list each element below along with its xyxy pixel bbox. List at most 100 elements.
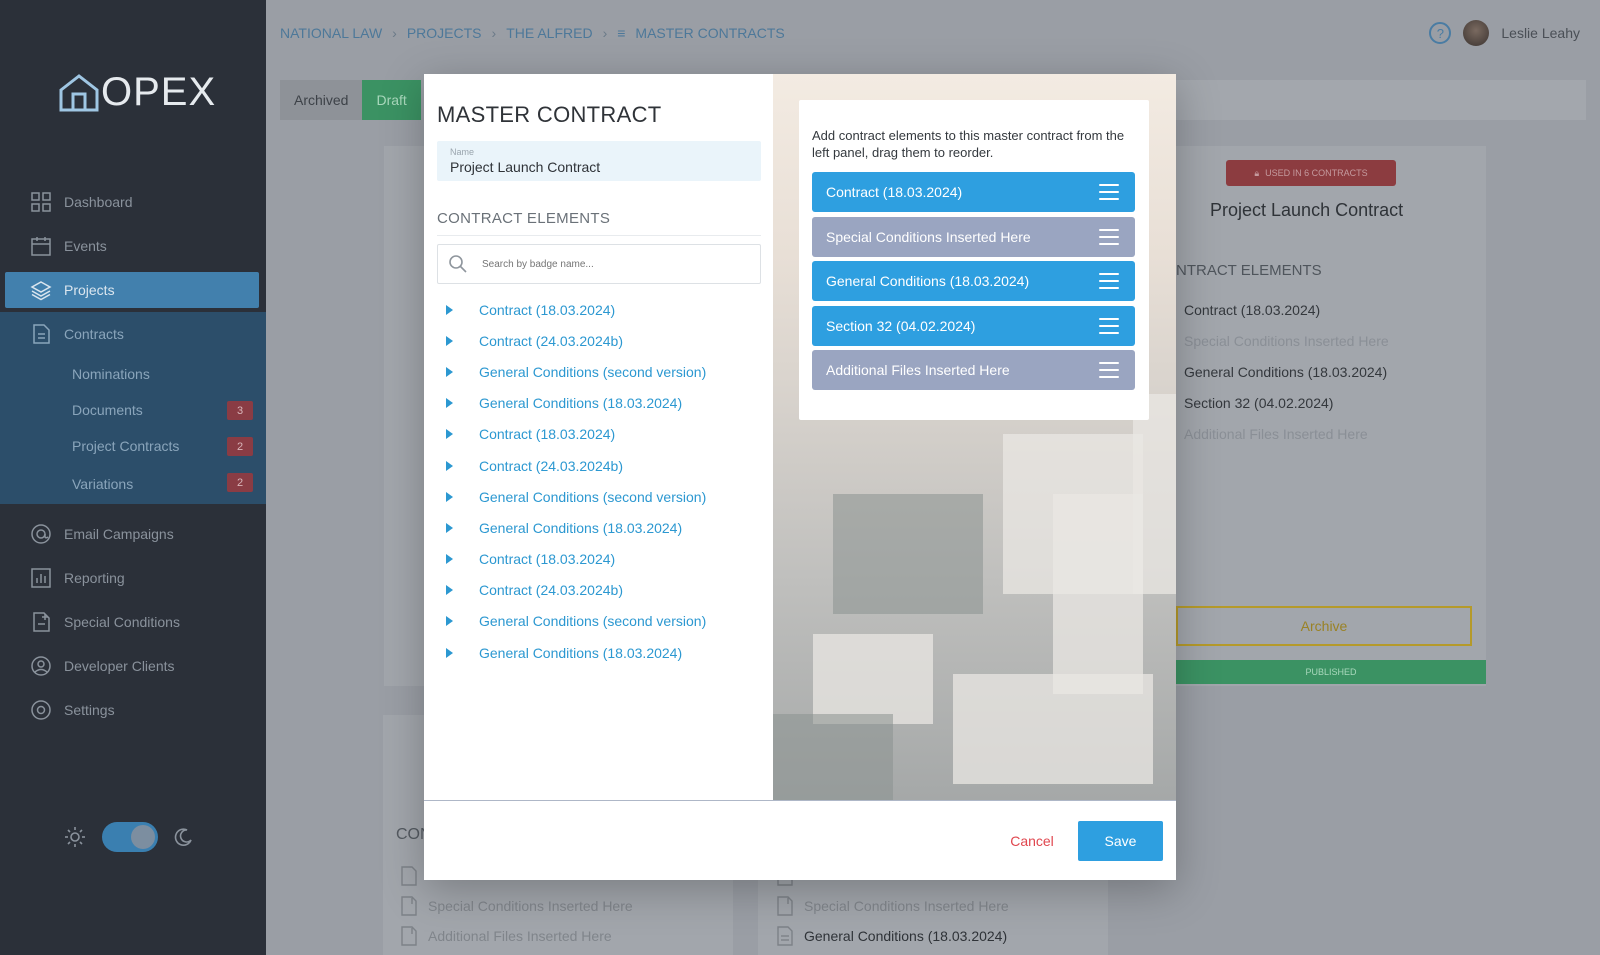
search-box[interactable] [437, 244, 761, 284]
tab-draft[interactable]: Draft [362, 80, 421, 120]
caret-right-icon[interactable] [446, 647, 453, 658]
nav-developer-clients[interactable]: Developer Clients [0, 644, 266, 688]
drag-handle-icon[interactable] [1099, 362, 1119, 378]
caret-right-icon[interactable] [446, 460, 453, 471]
nav-email-campaigns[interactable]: Email Campaigns [0, 512, 266, 556]
nav-nominations[interactable]: Nominations [0, 356, 266, 392]
search-input[interactable] [482, 258, 742, 270]
contract-element-slot[interactable]: General Conditions (18.03.2024) [812, 261, 1135, 301]
tree-item-label: Contract (18.03.2024) [479, 551, 616, 568]
caret-right-icon[interactable] [446, 616, 453, 627]
nav-settings[interactable]: Settings [0, 688, 266, 732]
tree-item[interactable]: Contract (18.03.2024) [437, 544, 761, 575]
contract-elements-header: CONTRACT ELEMENTS [437, 210, 761, 236]
nav-label: Settings [64, 702, 115, 718]
tree-item[interactable]: General Conditions (18.03.2024) [437, 388, 761, 419]
nav-documents[interactable]: Documents 3 [0, 392, 266, 428]
drag-handle-icon[interactable] [1099, 317, 1119, 334]
drag-handle-icon[interactable] [1099, 184, 1119, 200]
sun-icon [65, 827, 85, 847]
contracts-group: Contracts Nominations Documents 3 Project… [0, 312, 266, 504]
nav-reporting[interactable]: Reporting [0, 556, 266, 600]
modal-left-panel: MASTER CONTRACT Name Project Launch Cont… [424, 74, 773, 800]
help-icon[interactable]: ? [1429, 22, 1452, 44]
modal-title: MASTER CONTRACT [437, 102, 662, 127]
caret-right-icon[interactable] [446, 366, 453, 377]
nav-label: Reporting [64, 570, 125, 586]
tree-item[interactable]: Contract (18.03.2024) [437, 294, 761, 325]
caret-right-icon[interactable] [446, 585, 453, 596]
user-menu[interactable]: ? Leslie Leahy [1429, 20, 1580, 46]
nav-events[interactable]: Events [0, 224, 266, 268]
tree-item[interactable]: Contract (24.03.2024b) [437, 575, 761, 606]
theme-switcher [64, 822, 194, 852]
slot-label: General Conditions (18.03.2024) [826, 273, 1030, 289]
contract-element-slot[interactable]: Additional Files Inserted Here [812, 350, 1135, 390]
caret-right-icon[interactable] [446, 429, 453, 440]
user-circle-icon [31, 656, 51, 676]
tree-item[interactable]: Contract (24.03.2024b) [437, 450, 761, 481]
nav-special-conditions[interactable]: Special Conditions [0, 600, 266, 644]
bg-row-label: Special Conditions Inserted Here [428, 898, 633, 914]
tree-item[interactable]: Contract (18.03.2024) [437, 419, 761, 450]
bg-card-left [384, 146, 424, 686]
caret-right-icon[interactable] [446, 304, 453, 315]
contract-element-slot[interactable]: Section 32 (04.02.2024) [812, 305, 1135, 346]
status-tabs: Archived Draft [280, 80, 421, 120]
tree-item-label: Contract (18.03.2024) [479, 426, 616, 443]
document-plus-icon [777, 896, 793, 916]
caret-right-icon[interactable] [446, 554, 453, 565]
nav-variations[interactable]: Variations 2 [0, 464, 266, 504]
save-button[interactable]: Save [1078, 821, 1163, 861]
tree-item-label: Contract (24.03.2024b) [479, 582, 623, 599]
nav-project-contracts[interactable]: Project Contracts 2 [0, 428, 266, 464]
tab-archived[interactable]: Archived [280, 80, 363, 120]
document-plus-icon [401, 896, 417, 916]
caret-right-icon[interactable] [446, 335, 453, 346]
caret-right-icon[interactable] [446, 398, 453, 409]
archive-button[interactable]: Archive [1176, 606, 1472, 646]
bg-row [400, 866, 418, 886]
nav-label: Developer Clients [64, 658, 175, 674]
tree-item[interactable]: General Conditions (second version) [437, 481, 761, 512]
bg-search-strip [1176, 80, 1586, 120]
sidebar: OPEX Dashboard Events Projects Contracts… [0, 0, 266, 955]
breadcrumb-item[interactable]: THE ALFRED [506, 25, 592, 41]
nav-label: Events [64, 238, 107, 254]
tree-item[interactable]: Contract (24.03.2024b) [437, 325, 761, 356]
nav-projects[interactable]: Projects [5, 272, 259, 308]
caret-right-icon[interactable] [446, 522, 453, 533]
tree-item-label: General Conditions (18.03.2024) [479, 644, 683, 661]
document-plus-icon [33, 612, 50, 632]
bg-row-label: Additional Files Inserted Here [428, 928, 612, 944]
modal-footer: Cancel Save [424, 800, 1176, 880]
tree-item[interactable]: General Conditions (18.03.2024) [437, 637, 761, 668]
nav-label: Projects [64, 282, 115, 298]
caret-right-icon[interactable] [446, 491, 453, 502]
drag-handle-icon[interactable] [1099, 273, 1119, 289]
bg-row-label: Special Conditions Inserted Here [804, 898, 1009, 914]
tree-item-label: General Conditions (second version) [479, 613, 707, 630]
breadcrumb-item[interactable]: PROJECTS [407, 25, 482, 41]
nav-label: Dashboard [64, 194, 133, 210]
drag-handle-icon[interactable] [1099, 228, 1119, 245]
tree-item[interactable]: General Conditions (18.03.2024) [437, 512, 761, 543]
contract-element-slot[interactable]: Contract (18.03.2024) [812, 172, 1135, 212]
calendar-icon [31, 237, 51, 256]
nav-contracts[interactable]: Contracts [0, 312, 266, 356]
tree-item-label: General Conditions (second version) [479, 488, 707, 505]
nav-dashboard[interactable]: Dashboard [0, 180, 266, 224]
search-icon [449, 255, 467, 273]
avatar[interactable] [1463, 20, 1490, 46]
contract-element-slot[interactable]: Special Conditions Inserted Here [812, 216, 1135, 257]
tree-item[interactable]: General Conditions (second version) [437, 606, 761, 637]
cancel-button[interactable]: Cancel [978, 821, 1086, 861]
tree-item[interactable]: General Conditions (second version) [437, 356, 761, 387]
breadcrumb-item[interactable]: NATIONAL LAW [280, 25, 382, 41]
card-title: Project Launch Contract [1210, 200, 1404, 220]
master-contract-modal: MASTER CONTRACT Name Project Launch Cont… [424, 74, 1176, 880]
theme-toggle[interactable] [102, 822, 158, 852]
nav-label: Variations [72, 476, 134, 492]
name-field[interactable]: Name Project Launch Contract [437, 141, 761, 181]
name-field-value[interactable]: Project Launch Contract [450, 159, 600, 175]
